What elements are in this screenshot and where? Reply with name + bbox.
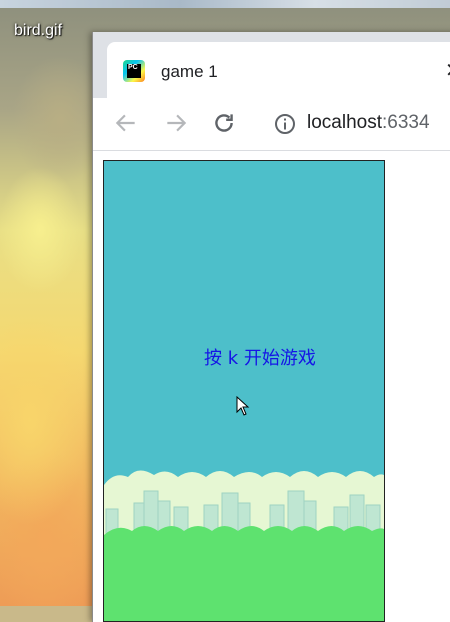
- close-icon[interactable]: ✕: [445, 58, 450, 83]
- address-bar[interactable]: localhost:6334: [307, 112, 430, 134]
- url-port: :6334: [382, 112, 430, 133]
- bush-layer: [104, 526, 384, 621]
- tab-title: game 1: [161, 62, 218, 81]
- desktop-file-label[interactable]: bird.gif: [14, 22, 62, 40]
- browser-window: PC game 1 ✕ localhost:6334 按 k 开始游戏: [92, 32, 450, 622]
- pycharm-icon: PC: [123, 60, 145, 82]
- game-scenery: [104, 470, 384, 621]
- back-arrow-icon[interactable]: [113, 110, 139, 136]
- mouse-cursor-icon: [236, 396, 250, 416]
- top-window-strip: [0, 0, 450, 8]
- forward-arrow-icon[interactable]: [163, 110, 189, 136]
- info-icon[interactable]: [273, 112, 297, 136]
- start-prompt: 按 k 开始游戏: [204, 348, 316, 369]
- reload-icon[interactable]: [211, 110, 237, 136]
- game-canvas[interactable]: 按 k 开始游戏: [103, 160, 385, 622]
- url-host: localhost: [307, 112, 382, 133]
- page-viewport: 按 k 开始游戏: [93, 151, 450, 622]
- browser-toolbar: localhost:6334: [93, 98, 450, 151]
- tab-bar: PC game 1 ✕: [93, 32, 450, 98]
- tab-game[interactable]: PC game 1 ✕: [107, 42, 450, 98]
